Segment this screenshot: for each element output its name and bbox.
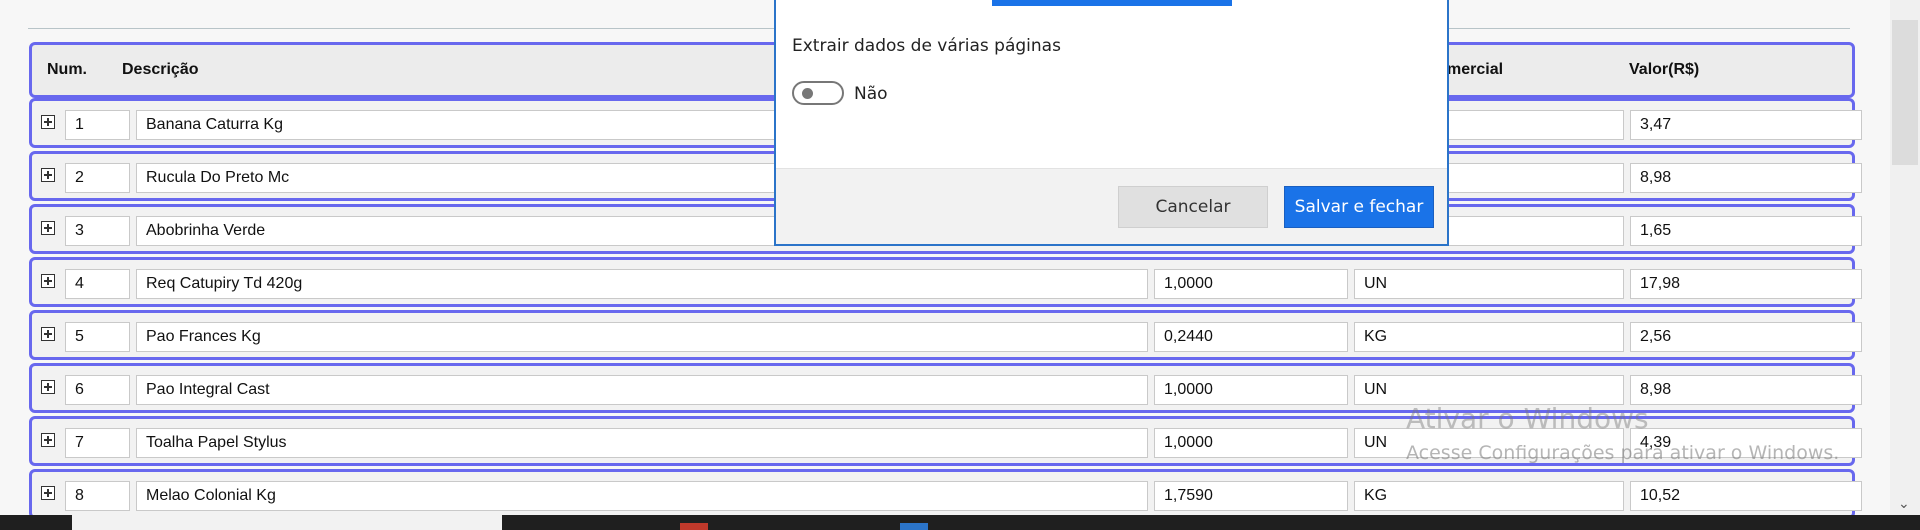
multi-page-label: Extrair dados de várias páginas (792, 36, 1061, 56)
unit-field[interactable]: UN (1354, 269, 1624, 299)
dialog-top-accent (992, 0, 1232, 6)
value-field[interactable]: 10,52 (1630, 481, 1862, 511)
expand-row-icon[interactable] (41, 327, 55, 341)
multi-page-toggle[interactable] (792, 81, 844, 105)
scrollbar-thumb[interactable] (1892, 20, 1918, 165)
quantity-field[interactable]: 1,0000 (1154, 428, 1348, 458)
expand-row-icon[interactable] (41, 115, 55, 129)
unit-field[interactable]: KG (1354, 481, 1624, 511)
value-field[interactable]: 17,98 (1630, 269, 1862, 299)
dialog-footer: Cancelar Salvar e fechar (776, 168, 1447, 244)
vertical-scrollbar[interactable]: ⌄ (1890, 0, 1920, 515)
activation-watermark-title: Ativar o Windows (1406, 402, 1649, 435)
item-number-field[interactable]: 7 (65, 428, 130, 458)
taskbar-search-box[interactable] (72, 515, 502, 530)
quantity-field[interactable]: 0,2440 (1154, 322, 1348, 352)
expand-row-icon[interactable] (41, 380, 55, 394)
value-field[interactable]: 2,56 (1630, 322, 1862, 352)
description-field[interactable]: Req Catupiry Td 420g (136, 269, 1148, 299)
value-field[interactable]: 8,98 (1630, 163, 1862, 193)
quantity-field[interactable]: 1,0000 (1154, 269, 1348, 299)
unit-field[interactable]: UN (1354, 375, 1624, 405)
windows-taskbar (0, 515, 1920, 530)
header-num: Num. (47, 61, 87, 78)
table-row: 4 Req Catupiry Td 420g 1,0000 UN 17,98 (29, 257, 1862, 307)
table-row: 5 Pao Frances Kg 0,2440 KG 2,56 (29, 310, 1862, 360)
quantity-field[interactable]: 1,0000 (1154, 375, 1348, 405)
description-field[interactable]: Melao Colonial Kg (136, 481, 1148, 511)
taskbar-app-icon[interactable] (680, 523, 708, 530)
item-number-field[interactable]: 1 (65, 110, 130, 140)
item-number-field[interactable]: 3 (65, 216, 130, 246)
quantity-field[interactable]: 1,7590 (1154, 481, 1348, 511)
expand-row-icon[interactable] (41, 433, 55, 447)
value-field[interactable]: 3,47 (1630, 110, 1862, 140)
scroll-down-arrow-icon[interactable]: ⌄ (1898, 495, 1910, 512)
expand-row-icon[interactable] (41, 221, 55, 235)
table-row: 8 Melao Colonial Kg 1,7590 KG 10,52 (29, 469, 1862, 519)
header-descricao: Descrição (122, 61, 199, 78)
expand-row-icon[interactable] (41, 168, 55, 182)
expand-row-icon[interactable] (41, 274, 55, 288)
description-field[interactable]: Pao Frances Kg (136, 322, 1148, 352)
description-field[interactable]: Pao Integral Cast (136, 375, 1148, 405)
header-unidade: mercial (1447, 61, 1504, 78)
toggle-state-text: Não (854, 84, 888, 104)
cancel-button[interactable]: Cancelar (1118, 186, 1268, 228)
settings-dialog: Extrair dados de várias páginas Não Canc… (774, 0, 1449, 246)
save-and-close-button[interactable]: Salvar e fechar (1284, 186, 1434, 228)
taskbar-app-icon[interactable] (900, 523, 928, 530)
value-field[interactable]: 8,98 (1630, 375, 1862, 405)
item-number-field[interactable]: 8 (65, 481, 130, 511)
item-number-field[interactable]: 4 (65, 269, 130, 299)
toggle-knob (802, 88, 813, 99)
description-field[interactable]: Toalha Papel Stylus (136, 428, 1148, 458)
activation-watermark-text: Acesse Configurações para ativar o Windo… (1406, 442, 1840, 464)
expand-row-icon[interactable] (41, 486, 55, 500)
value-field[interactable]: 1,65 (1630, 216, 1862, 246)
item-number-field[interactable]: 2 (65, 163, 130, 193)
unit-field[interactable]: KG (1354, 322, 1624, 352)
item-number-field[interactable]: 5 (65, 322, 130, 352)
header-valor: Valor(R$) (1629, 61, 1700, 78)
item-number-field[interactable]: 6 (65, 375, 130, 405)
